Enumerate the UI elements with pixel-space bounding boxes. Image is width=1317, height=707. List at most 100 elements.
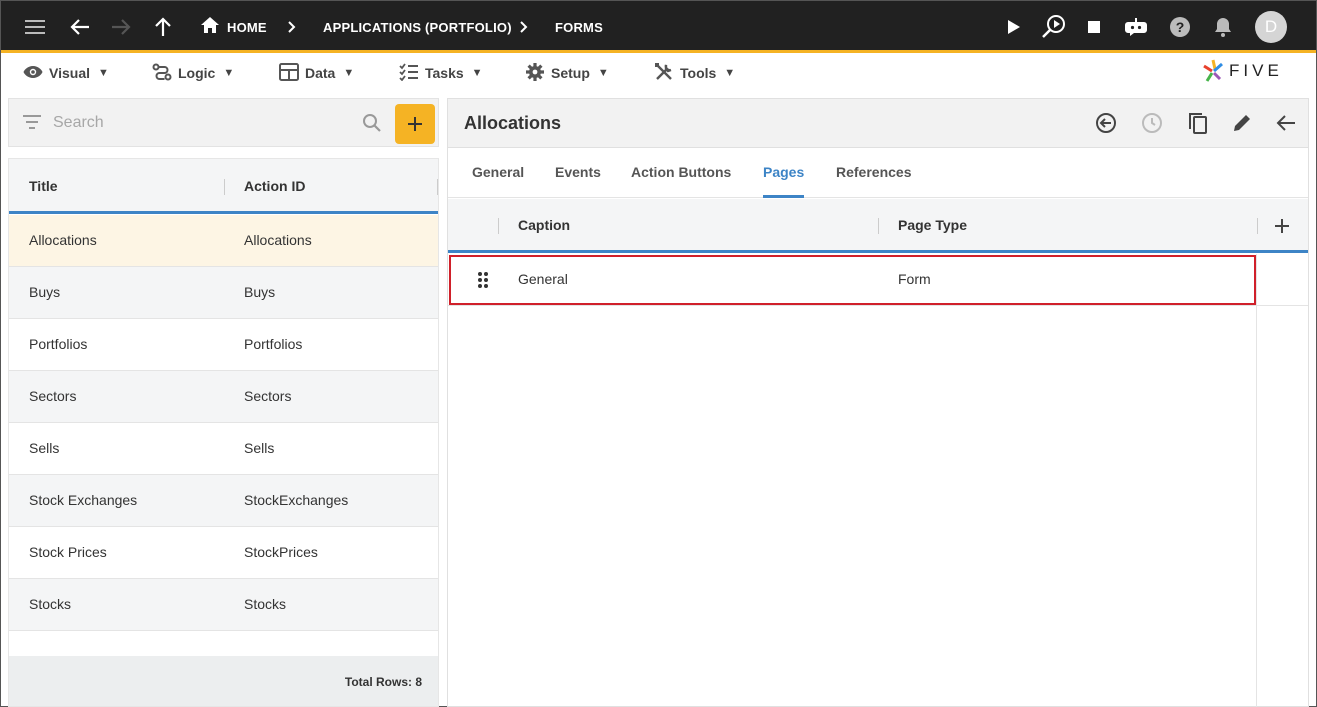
list-item-title: Sectors xyxy=(29,388,77,404)
five-logo-text: FIVE xyxy=(1229,61,1283,80)
gear-icon xyxy=(525,62,545,85)
tab-pages[interactable]: Pages xyxy=(763,164,805,198)
debug-search-icon[interactable] xyxy=(1041,1,1067,53)
tools-icon xyxy=(654,62,674,85)
list-item[interactable]: Stocks Stocks xyxy=(9,579,438,631)
up-arrow-icon[interactable] xyxy=(154,1,172,53)
column-divider[interactable] xyxy=(878,218,879,234)
detail-title: Allocations xyxy=(464,113,562,133)
menu-visual[interactable]: Visual ▼ xyxy=(23,61,109,85)
logic-icon xyxy=(152,63,172,84)
form-detail-panel: Allocations General Events Action Button… xyxy=(447,98,1309,707)
list-footer: Total Rows: 8 xyxy=(9,656,438,706)
total-rows-count: Total Rows: 8 xyxy=(344,675,422,689)
menu-setup[interactable]: Setup ▼ xyxy=(525,61,609,85)
column-header-caption[interactable]: Caption xyxy=(518,217,570,233)
five-logo-mark-icon xyxy=(1203,59,1223,82)
breadcrumb-forms-label: FORMS xyxy=(555,19,603,35)
menu-setup-label: Setup xyxy=(551,65,590,81)
column-header-page-type[interactable]: Page Type xyxy=(898,217,967,233)
close-back-arrow-icon[interactable] xyxy=(1274,111,1298,135)
list-item[interactable]: Stock Prices StockPrices xyxy=(9,527,438,579)
tasks-icon xyxy=(399,62,419,84)
tab-action-buttons[interactable]: Action Buttons xyxy=(631,164,731,198)
history-clock-icon[interactable] xyxy=(1140,111,1164,135)
search-input[interactable] xyxy=(53,111,353,135)
hamburger-menu-icon[interactable] xyxy=(25,1,45,53)
play-icon[interactable] xyxy=(1007,1,1021,53)
column-divider[interactable] xyxy=(498,218,499,234)
list-item[interactable]: Stock Exchanges StockExchanges xyxy=(9,475,438,527)
menu-tools-label: Tools xyxy=(680,65,717,81)
stop-icon[interactable] xyxy=(1088,1,1100,53)
list-item-title: Buys xyxy=(29,284,61,300)
breadcrumb-home-label: HOME xyxy=(227,19,267,35)
menu-tools[interactable]: Tools ▼ xyxy=(654,61,735,85)
table-row[interactable]: General Form xyxy=(448,254,1308,306)
list-item-action-id: Sells xyxy=(244,440,275,456)
column-divider[interactable] xyxy=(1257,218,1258,234)
list-item-action-id: Allocations xyxy=(244,232,312,248)
menu-data[interactable]: Data ▼ xyxy=(279,61,354,85)
history-back-icon[interactable] xyxy=(1094,111,1118,135)
chat-bot-icon[interactable] xyxy=(1124,1,1148,53)
chevron-down-icon: ▼ xyxy=(223,67,235,79)
detail-header: Allocations xyxy=(448,99,1308,148)
menu-bar: Visual ▼ Logic ▼ Data ▼ Tasks ▼ Setup ▼ … xyxy=(1,53,1316,93)
list-item-title: Sells xyxy=(29,440,60,456)
user-avatar[interactable]: D xyxy=(1255,11,1287,43)
list-item-title: Stocks xyxy=(29,596,72,612)
notifications-bell-icon[interactable] xyxy=(1214,1,1232,53)
menu-tasks[interactable]: Tasks ▼ xyxy=(399,61,483,85)
list-item[interactable]: Allocations Allocations xyxy=(9,215,438,267)
search-icon[interactable] xyxy=(362,113,382,138)
breadcrumb-applications[interactable]: APPLICATIONS (PORTFOLIO) xyxy=(323,1,512,53)
home-icon xyxy=(201,16,219,38)
list-item-title: Stock Exchanges xyxy=(29,492,138,508)
five-logo: FIVE xyxy=(1201,58,1283,84)
list-item-title: Portfolios xyxy=(29,336,88,352)
list-item[interactable]: Sectors Sectors xyxy=(9,371,438,423)
list-item-action-id: Stocks xyxy=(244,596,287,612)
breadcrumb-applications-label: APPLICATIONS (PORTFOLIO) xyxy=(323,19,512,35)
tab-events[interactable]: Events xyxy=(555,164,601,198)
top-bar: HOME APPLICATIONS (PORTFOLIO) FORMS ? D xyxy=(1,1,1316,53)
column-divider[interactable] xyxy=(437,179,438,195)
help-icon[interactable]: ? xyxy=(1169,1,1191,53)
copy-icon[interactable] xyxy=(1186,111,1210,135)
list-item[interactable]: Sells Sells xyxy=(9,423,438,475)
back-arrow-icon[interactable] xyxy=(70,1,90,53)
list-item-title: Stock Prices xyxy=(29,544,107,560)
list-item-action-id: StockExchanges xyxy=(244,492,349,508)
list-item-action-id: Buys xyxy=(244,284,276,300)
edit-pencil-icon[interactable] xyxy=(1230,111,1254,135)
add-record-button[interactable] xyxy=(395,104,435,144)
forward-arrow-icon[interactable] xyxy=(111,1,131,53)
chevron-right-icon xyxy=(288,1,296,53)
chevron-right-icon xyxy=(520,1,528,53)
filter-icon[interactable] xyxy=(23,115,41,134)
list-item-action-id: StockPrices xyxy=(244,544,318,560)
column-header-title[interactable]: Title xyxy=(29,178,58,194)
column-header-action-id[interactable]: Action ID xyxy=(244,178,305,194)
menu-logic[interactable]: Logic ▼ xyxy=(152,61,234,85)
tab-references[interactable]: References xyxy=(836,164,912,198)
list-item[interactable]: Buys Buys xyxy=(9,267,438,319)
breadcrumb-home[interactable]: HOME xyxy=(201,1,267,53)
svg-text:?: ? xyxy=(1176,19,1185,35)
chevron-down-icon: ▼ xyxy=(471,67,483,79)
chevron-down-icon: ▼ xyxy=(724,67,736,79)
breadcrumb-forms[interactable]: FORMS xyxy=(555,1,603,53)
search-bar xyxy=(8,98,439,147)
column-divider[interactable] xyxy=(224,179,225,195)
menu-logic-label: Logic xyxy=(178,65,216,81)
add-page-plus-icon[interactable] xyxy=(1274,218,1290,239)
list-item-title: Allocations xyxy=(29,232,97,248)
tab-general[interactable]: General xyxy=(472,164,524,198)
list-item-action-id: Sectors xyxy=(244,388,292,404)
eye-icon xyxy=(23,65,43,82)
list-item[interactable]: Portfolios Portfolios xyxy=(9,319,438,371)
menu-tasks-label: Tasks xyxy=(425,65,464,81)
chevron-down-icon: ▼ xyxy=(343,67,355,79)
forms-list: Title Action ID Allocations Allocations … xyxy=(8,158,439,707)
